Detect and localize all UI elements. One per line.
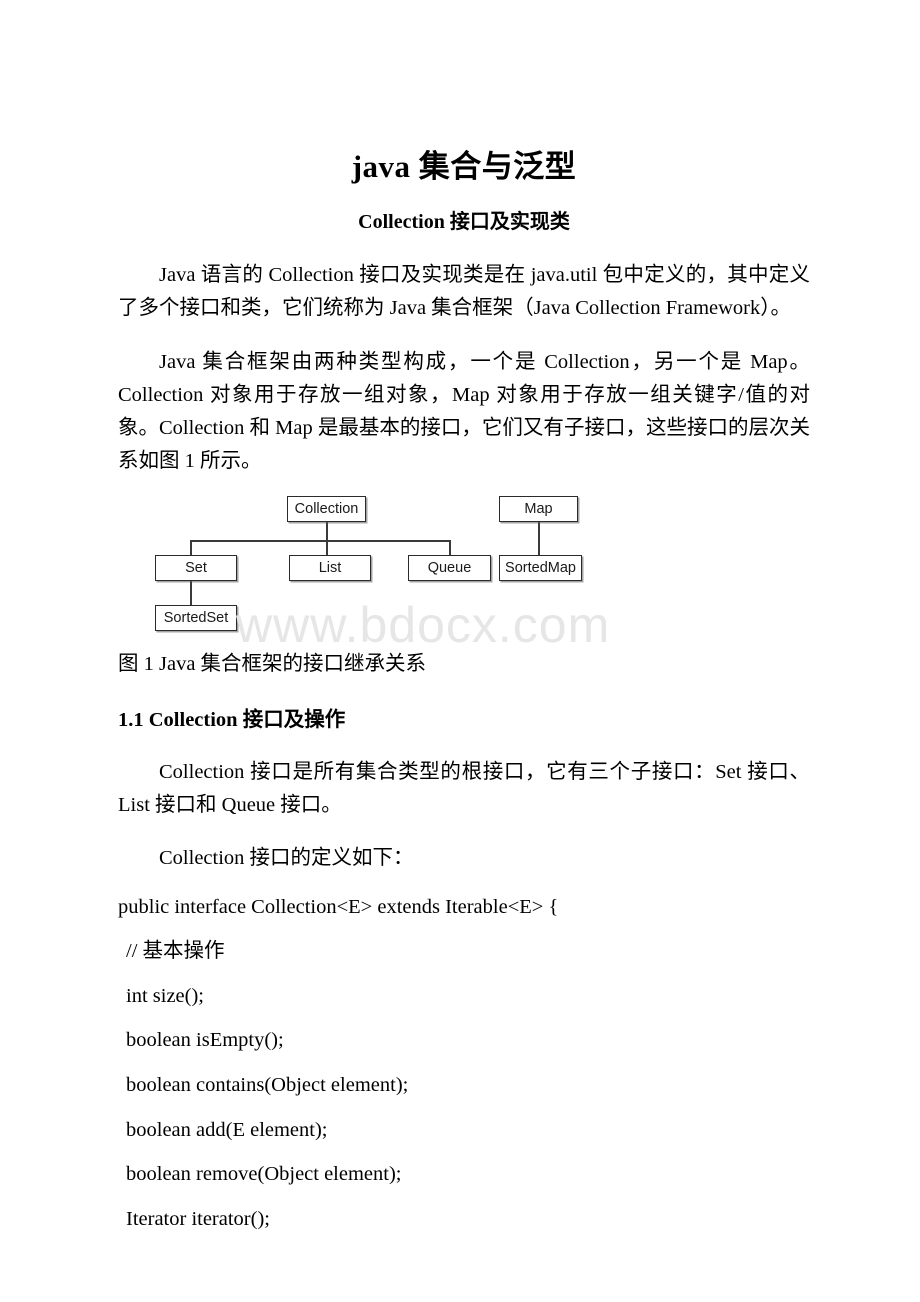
- diagram-box-set-label: Set: [185, 560, 207, 577]
- diagram-box-set: Set: [155, 555, 237, 582]
- diagram-box-map: Map: [499, 496, 578, 523]
- code-line-2: // 基本操作: [126, 940, 225, 963]
- diagram-box-queue: Queue: [408, 555, 491, 582]
- connector-map-to-sortedmap: [538, 522, 540, 556]
- paragraph-2: Java 集合框架由两种类型构成，一个是 Collection，另一个是 Map…: [118, 350, 810, 473]
- diagram-box-list-label: List: [318, 560, 342, 577]
- connector-to-list: [326, 540, 328, 556]
- paragraph-3: Collection 接口是所有集合类型的根接口，它有三个子接口：Set 接口、…: [118, 760, 810, 817]
- code-line-5: boolean contains(Object element);: [126, 1074, 409, 1097]
- connector-to-queue: [449, 540, 451, 556]
- document-page: www.bdocx.com java 集合与泛型 Collection 接口及实…: [0, 0, 920, 1302]
- code-line-4: boolean isEmpty();: [126, 1029, 284, 1052]
- diagram-box-map-label: Map: [524, 501, 553, 518]
- connector-set-to-sortedset: [190, 581, 192, 606]
- code-line-3: int size();: [126, 984, 204, 1007]
- document-subtitle: Collection 接口及实现类: [358, 211, 570, 234]
- diagram-box-sortedset: SortedSet: [155, 605, 237, 632]
- connector-to-set: [190, 540, 192, 556]
- connector-collection-bus: [190, 540, 450, 543]
- diagram-box-collection: Collection: [287, 496, 366, 523]
- diagram-box-sortedmap-label: SortedMap: [505, 560, 576, 577]
- figure-caption: 图 1 Java 集合框架的接口继承关系: [118, 653, 427, 676]
- diagram-box-sortedset-label: SortedSet: [163, 610, 229, 627]
- document-title: java 集合与泛型: [351, 149, 577, 184]
- diagram-box-list: List: [289, 555, 371, 582]
- paragraph-4: Collection 接口的定义如下：: [159, 847, 414, 870]
- code-line-6: boolean add(E element);: [126, 1118, 328, 1141]
- diagram-box-queue-label: Queue: [427, 560, 472, 577]
- page-content: java 集合与泛型 Collection 接口及实现类 Java 语言的 Co…: [118, 0, 810, 1233]
- diagram-box-collection-label: Collection: [294, 501, 359, 518]
- code-line-7: boolean remove(Object element);: [126, 1163, 402, 1186]
- section-heading-1-1: 1.1 Collection 接口及操作: [118, 709, 346, 732]
- code-line-8: Iterator iterator();: [126, 1208, 270, 1231]
- paragraph-1: Java 语言的 Collection 接口及实现类是在 java.util 包…: [118, 264, 810, 320]
- connector-collection-stem: [326, 522, 328, 543]
- diagram-box-sortedmap: SortedMap: [499, 555, 582, 582]
- code-line-1: public interface Collection<E> extends I…: [118, 895, 559, 918]
- collection-hierarchy-diagram: Collection Set List Queue SortedSet Map …: [154, 492, 594, 640]
